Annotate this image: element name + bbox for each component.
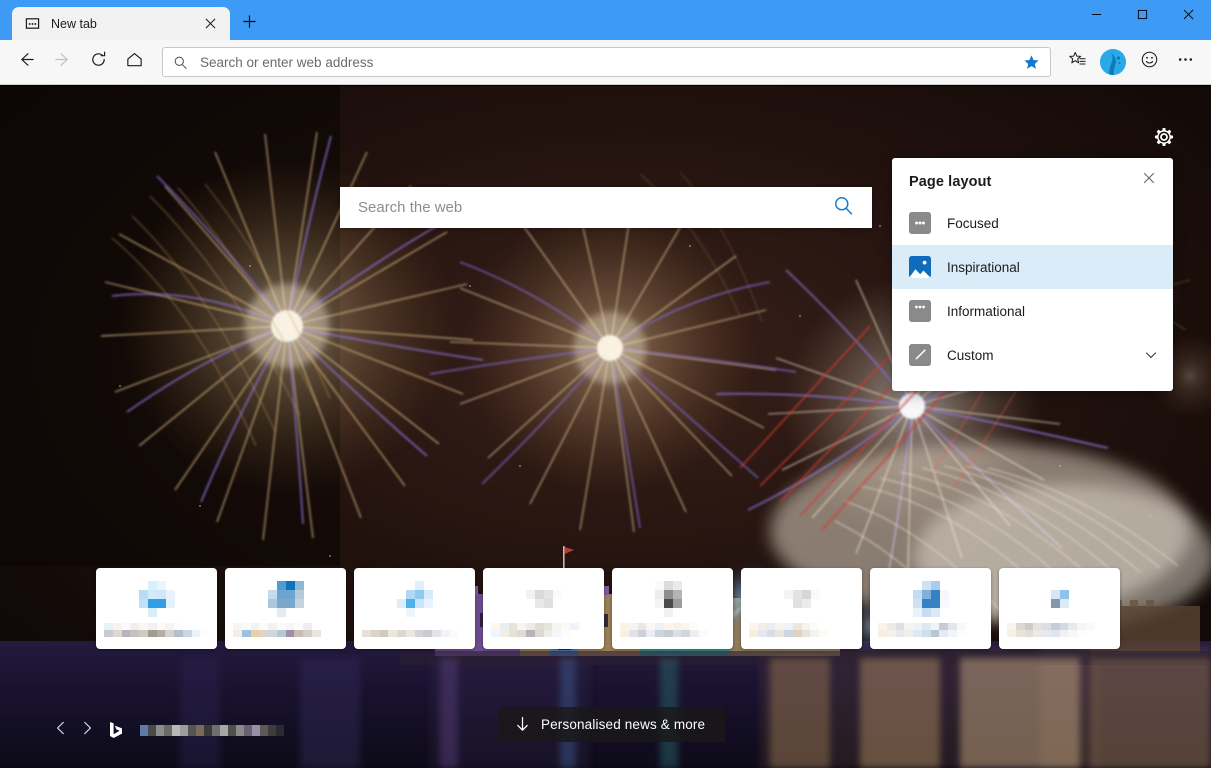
informational-layout-icon bbox=[909, 300, 931, 322]
top-site-tile[interactable] bbox=[96, 568, 217, 649]
flyout-title: Page layout bbox=[909, 174, 992, 190]
layout-option-focused[interactable]: Focused bbox=[892, 201, 1173, 245]
close-icon bbox=[1143, 171, 1155, 189]
chevron-down-icon[interactable] bbox=[1143, 348, 1159, 362]
tile-label-redacted bbox=[1007, 623, 1112, 637]
personalised-news-label: Personalised news & more bbox=[541, 717, 706, 732]
browser-tab[interactable]: New tab bbox=[12, 7, 230, 40]
search-icon bbox=[833, 195, 854, 221]
pencil-edit-icon bbox=[909, 344, 931, 366]
new-tab-page: Page layout Focused bbox=[0, 86, 1211, 768]
top-site-tile[interactable] bbox=[354, 568, 475, 649]
plus-icon bbox=[242, 14, 257, 34]
back-button[interactable] bbox=[8, 45, 44, 79]
window-minimize-button[interactable] bbox=[1073, 0, 1119, 31]
tile-logo-redacted bbox=[267, 581, 304, 617]
top-site-tile[interactable] bbox=[483, 568, 604, 649]
bing-logo-icon[interactable] bbox=[104, 718, 128, 742]
tile-logo-redacted bbox=[654, 581, 691, 617]
more-options-button[interactable] bbox=[1167, 45, 1203, 79]
previous-image-button[interactable] bbox=[48, 717, 74, 743]
back-arrow-icon bbox=[17, 50, 36, 74]
tile-label-redacted bbox=[362, 623, 467, 637]
web-search-input[interactable] bbox=[358, 199, 828, 216]
favorites-star-list-icon bbox=[1068, 50, 1087, 74]
web-search-submit-button[interactable] bbox=[828, 193, 858, 223]
page-layout-flyout: Page layout Focused Inspirational Inform… bbox=[892, 158, 1173, 391]
home-icon bbox=[125, 50, 144, 74]
ellipsis-icon bbox=[1176, 50, 1195, 74]
tile-label-redacted bbox=[491, 623, 596, 637]
gear-icon bbox=[1152, 125, 1176, 154]
tile-logo-redacted bbox=[783, 581, 820, 617]
maximize-icon bbox=[1137, 7, 1148, 25]
chevron-left-icon bbox=[53, 720, 69, 741]
favorites-hub-button[interactable] bbox=[1059, 45, 1095, 79]
layout-option-custom[interactable]: Custom bbox=[892, 333, 1173, 377]
background-info-bar: Personalised news & more bbox=[0, 692, 1211, 768]
web-search-box[interactable] bbox=[340, 187, 872, 228]
tile-label-redacted bbox=[749, 623, 854, 637]
download-arrow-icon bbox=[515, 716, 530, 733]
next-image-button[interactable] bbox=[74, 717, 100, 743]
forward-button[interactable] bbox=[44, 45, 80, 79]
top-sites-row bbox=[96, 568, 1127, 649]
layout-option-label: Inspirational bbox=[947, 259, 1020, 275]
star-filled-icon[interactable] bbox=[1020, 54, 1042, 71]
close-icon bbox=[1183, 7, 1194, 25]
tile-label-redacted bbox=[620, 623, 725, 637]
tile-logo-redacted bbox=[912, 581, 949, 617]
tile-label-redacted bbox=[878, 623, 983, 637]
tile-logo-redacted bbox=[525, 581, 562, 617]
layout-option-inspirational[interactable]: Inspirational bbox=[892, 245, 1173, 289]
flyout-close-button[interactable] bbox=[1139, 170, 1159, 190]
window-controls bbox=[1073, 0, 1211, 31]
layout-option-label: Informational bbox=[947, 303, 1026, 319]
search-icon bbox=[173, 55, 191, 70]
forward-arrow-icon bbox=[53, 50, 72, 74]
top-site-tile[interactable] bbox=[612, 568, 733, 649]
inspirational-image-icon bbox=[909, 256, 931, 278]
tile-label-redacted bbox=[233, 623, 338, 637]
tab-strip: New tab bbox=[0, 7, 266, 40]
top-site-tile[interactable] bbox=[225, 568, 346, 649]
feedback-button[interactable] bbox=[1131, 45, 1167, 79]
tab-title: New tab bbox=[51, 16, 97, 31]
top-site-tile[interactable] bbox=[870, 568, 991, 649]
top-site-tile[interactable] bbox=[999, 568, 1120, 649]
window-maximize-button[interactable] bbox=[1119, 0, 1165, 31]
personalised-news-button[interactable]: Personalised news & more bbox=[498, 707, 726, 742]
home-button[interactable] bbox=[116, 45, 152, 79]
tile-logo-redacted bbox=[138, 581, 175, 617]
layout-option-informational[interactable]: Informational bbox=[892, 289, 1173, 333]
address-input[interactable] bbox=[200, 54, 1020, 70]
tile-logo-redacted bbox=[396, 581, 433, 617]
new-tab-button[interactable] bbox=[232, 7, 266, 40]
focused-layout-icon bbox=[909, 212, 931, 234]
tab-close-icon[interactable] bbox=[198, 12, 222, 36]
page-settings-button[interactable] bbox=[1147, 122, 1181, 156]
browser-title-bar: New tab bbox=[0, 0, 1211, 40]
layout-option-label: Focused bbox=[947, 215, 999, 231]
browser-toolbar bbox=[0, 40, 1211, 85]
refresh-icon bbox=[89, 50, 108, 74]
profile-avatar-icon[interactable] bbox=[1100, 49, 1126, 75]
chevron-right-icon bbox=[79, 720, 95, 741]
background-nav bbox=[48, 717, 284, 743]
window-close-button[interactable] bbox=[1165, 0, 1211, 31]
address-bar[interactable] bbox=[162, 47, 1051, 77]
smiley-face-icon bbox=[1140, 50, 1159, 74]
top-site-tile[interactable] bbox=[741, 568, 862, 649]
background-caption-redacted bbox=[140, 724, 284, 736]
newtab-favicon-icon bbox=[24, 16, 40, 32]
tile-logo-redacted bbox=[1041, 581, 1078, 617]
tile-label-redacted bbox=[104, 623, 209, 637]
refresh-button[interactable] bbox=[80, 45, 116, 79]
layout-option-label: Custom bbox=[947, 347, 994, 363]
minimize-icon bbox=[1091, 7, 1102, 25]
flyout-header: Page layout bbox=[892, 172, 1173, 190]
